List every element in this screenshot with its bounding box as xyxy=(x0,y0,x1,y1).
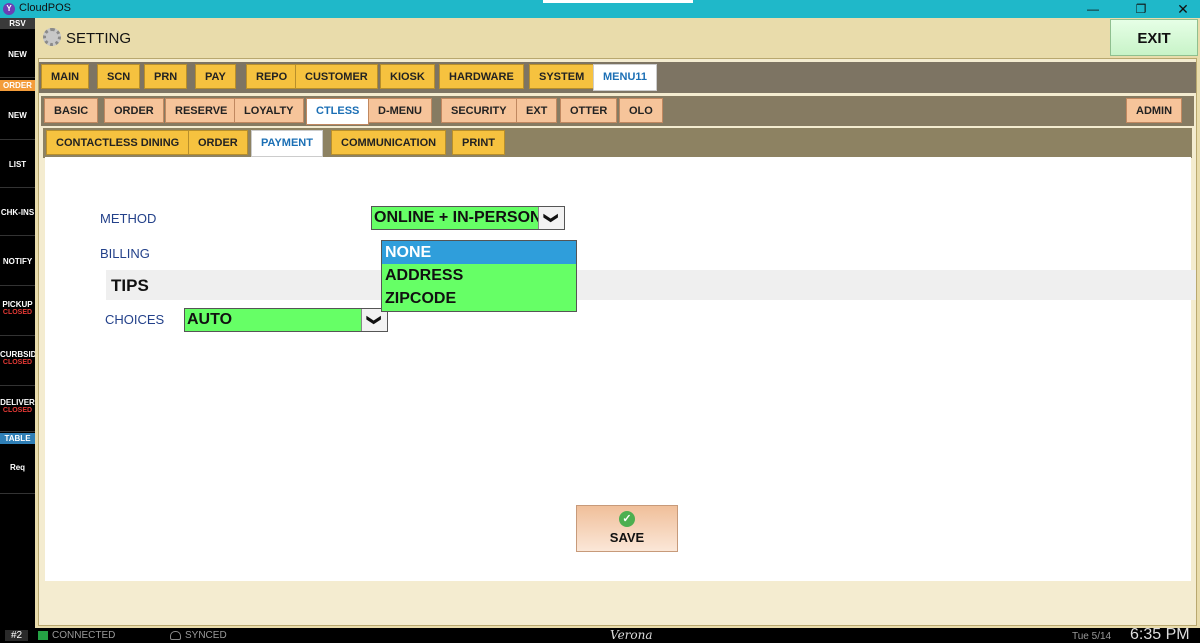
tab-menu11[interactable]: MENU11 xyxy=(593,64,658,91)
tips-title: TIPS xyxy=(111,276,149,295)
tab-prn[interactable]: PRN xyxy=(144,64,188,89)
tab-kiosk[interactable]: KIOSK xyxy=(380,64,435,89)
sidebar-tag-table: TABLE xyxy=(0,433,35,444)
sidebar-item-status: CLOSED xyxy=(2,407,33,414)
chevron-down-icon[interactable]: ❯ xyxy=(538,207,564,229)
left-sidebar: RSV NEW ORDER NEW LIST CHK-INS NOTIFY PI… xyxy=(0,18,37,628)
third-tab-row: CONTACTLESS DINING ORDER PAYMENT COMMUNI… xyxy=(43,128,1192,158)
tab-payment[interactable]: PAYMENT xyxy=(251,130,323,157)
sidebar-item-label: NOTIFY xyxy=(2,257,33,266)
sidebar-item-label: LIST xyxy=(8,160,27,169)
choices-select-value: AUTO xyxy=(187,311,233,328)
sidebar-item-chk-ins[interactable]: CHK-INS xyxy=(0,190,35,236)
tab-customer[interactable]: CUSTOMER xyxy=(295,64,378,89)
tab-ext[interactable]: EXT xyxy=(516,98,558,123)
sidebar-item-req[interactable]: Req xyxy=(0,448,35,494)
sidebar-item-notify[interactable]: NOTIFY xyxy=(0,238,35,286)
app-title: CloudPOS xyxy=(19,2,71,14)
tab-reserve[interactable]: RESERVE xyxy=(165,98,238,123)
sidebar-item-pickup[interactable]: PICKUP CLOSED xyxy=(0,288,35,336)
sidebar-item-label: NEW xyxy=(8,50,27,59)
status-time: 6:35 PM xyxy=(1130,626,1190,643)
tips-section-header: TIPS xyxy=(106,270,1196,300)
tab-otter[interactable]: OTTER xyxy=(560,98,618,123)
cloud-icon xyxy=(170,631,181,640)
billing-option-none[interactable]: NONE xyxy=(382,241,576,264)
tab-loyalty[interactable]: LOYALTY xyxy=(234,98,304,123)
header: SETTING EXIT xyxy=(35,18,1200,58)
sidebar-item-order-new[interactable]: NEW xyxy=(0,96,35,140)
tab-basic[interactable]: BASIC xyxy=(44,98,99,123)
gear-icon xyxy=(43,28,61,46)
method-select[interactable]: ONLINE + IN-PERSON ❯ xyxy=(371,206,565,230)
title-bar: Y CloudPOS — ❐ ✕ xyxy=(0,0,1200,18)
tab-d-menu[interactable]: D-MENU xyxy=(368,98,432,123)
sidebar-item-label: Req xyxy=(9,463,26,472)
tab-order[interactable]: ORDER xyxy=(188,130,248,155)
sub-tab-row: BASIC ORDER RESERVE LOYALTY CTLESS D-MEN… xyxy=(41,96,1194,126)
maximize-button[interactable]: ❐ xyxy=(1118,0,1164,18)
tab-main[interactable]: MAIN xyxy=(41,64,90,89)
sidebar-tag-order: ORDER xyxy=(0,80,35,91)
minimize-button[interactable]: — xyxy=(1070,0,1116,18)
tab-repo[interactable]: REPO xyxy=(246,64,298,89)
exit-button[interactable]: EXIT xyxy=(1110,19,1198,56)
venue-name: Verona xyxy=(610,628,653,642)
title-bar-indicator xyxy=(543,0,693,3)
billing-option-zipcode[interactable]: ZIPCODE xyxy=(382,287,576,310)
sync-status: SYNCED xyxy=(185,630,227,641)
tab-order[interactable]: ORDER xyxy=(104,98,164,123)
payment-settings-panel: METHOD ONLINE + IN-PERSON ❯ BILLING TIPS… xyxy=(45,157,1196,581)
close-button[interactable]: ✕ xyxy=(1160,0,1200,18)
sidebar-item-status: CLOSED xyxy=(2,359,33,366)
method-select-value: ONLINE + IN-PERSON xyxy=(374,209,542,226)
tab-olo[interactable]: OLO xyxy=(619,98,663,123)
tab-print[interactable]: PRINT xyxy=(452,130,505,155)
billing-label: BILLING xyxy=(100,246,150,261)
connection-status: CONNECTED xyxy=(52,630,116,641)
tab-contactless-dining[interactable]: CONTACTLESS DINING xyxy=(46,130,190,155)
tab-scn[interactable]: SCN xyxy=(97,64,141,89)
sidebar-item-rsv-new[interactable]: NEW xyxy=(0,38,35,78)
billing-option-address[interactable]: ADDRESS xyxy=(382,264,576,287)
sidebar-item-label: PICKUP xyxy=(2,300,33,309)
status-bar: #2 CONNECTED SYNCED Verona Tue 5/14 6:35… xyxy=(0,626,1200,643)
tab-system[interactable]: SYSTEM xyxy=(529,64,595,89)
main-tab-row: MAIN SCN PRN PAY REPO CUSTOMER KIOSK HAR… xyxy=(39,62,1196,93)
sidebar-item-label: CHK-INS xyxy=(0,208,35,217)
connection-icon xyxy=(38,631,48,640)
check-icon: ✓ xyxy=(619,511,635,527)
status-date: Tue 5/14 xyxy=(1072,631,1112,642)
tab-admin[interactable]: ADMIN xyxy=(1126,98,1183,123)
tab-hardware[interactable]: HARDWARE xyxy=(439,64,524,89)
tab-ctless[interactable]: CTLESS xyxy=(306,98,370,125)
sidebar-item-curbside[interactable]: CURBSID CLOSED xyxy=(0,338,37,386)
sidebar-item-delivery[interactable]: DELIVER CLOSED xyxy=(0,386,35,432)
sidebar-item-list[interactable]: LIST xyxy=(0,142,35,188)
station-number: #2 xyxy=(5,630,29,641)
app-logo-icon: Y xyxy=(3,3,15,15)
main-panel: SETTING EXIT MAIN SCN PRN PAY REPO CUSTO… xyxy=(35,18,1200,628)
sidebar-item-label: DELIVER xyxy=(0,398,35,407)
tab-security[interactable]: SECURITY xyxy=(441,98,517,123)
choices-label: CHOICES xyxy=(105,312,165,327)
choices-select[interactable]: AUTO ❯ xyxy=(184,308,388,332)
sidebar-item-label: CURBSID xyxy=(0,350,37,359)
page-title: SETTING xyxy=(66,30,132,47)
sidebar-item-label: NEW xyxy=(8,111,27,120)
save-button-label: SAVE xyxy=(609,530,645,545)
chevron-down-icon[interactable]: ❯ xyxy=(361,309,387,331)
sidebar-item-status: CLOSED xyxy=(2,309,33,316)
tab-pay[interactable]: PAY xyxy=(195,64,236,89)
method-label: METHOD xyxy=(100,211,157,226)
sidebar-tag-rsv: RSV xyxy=(0,18,35,29)
tab-communication[interactable]: COMMUNICATION xyxy=(331,130,447,155)
save-button[interactable]: ✓ SAVE xyxy=(576,505,678,552)
billing-dropdown-list: NONE ADDRESS ZIPCODE xyxy=(381,240,577,312)
